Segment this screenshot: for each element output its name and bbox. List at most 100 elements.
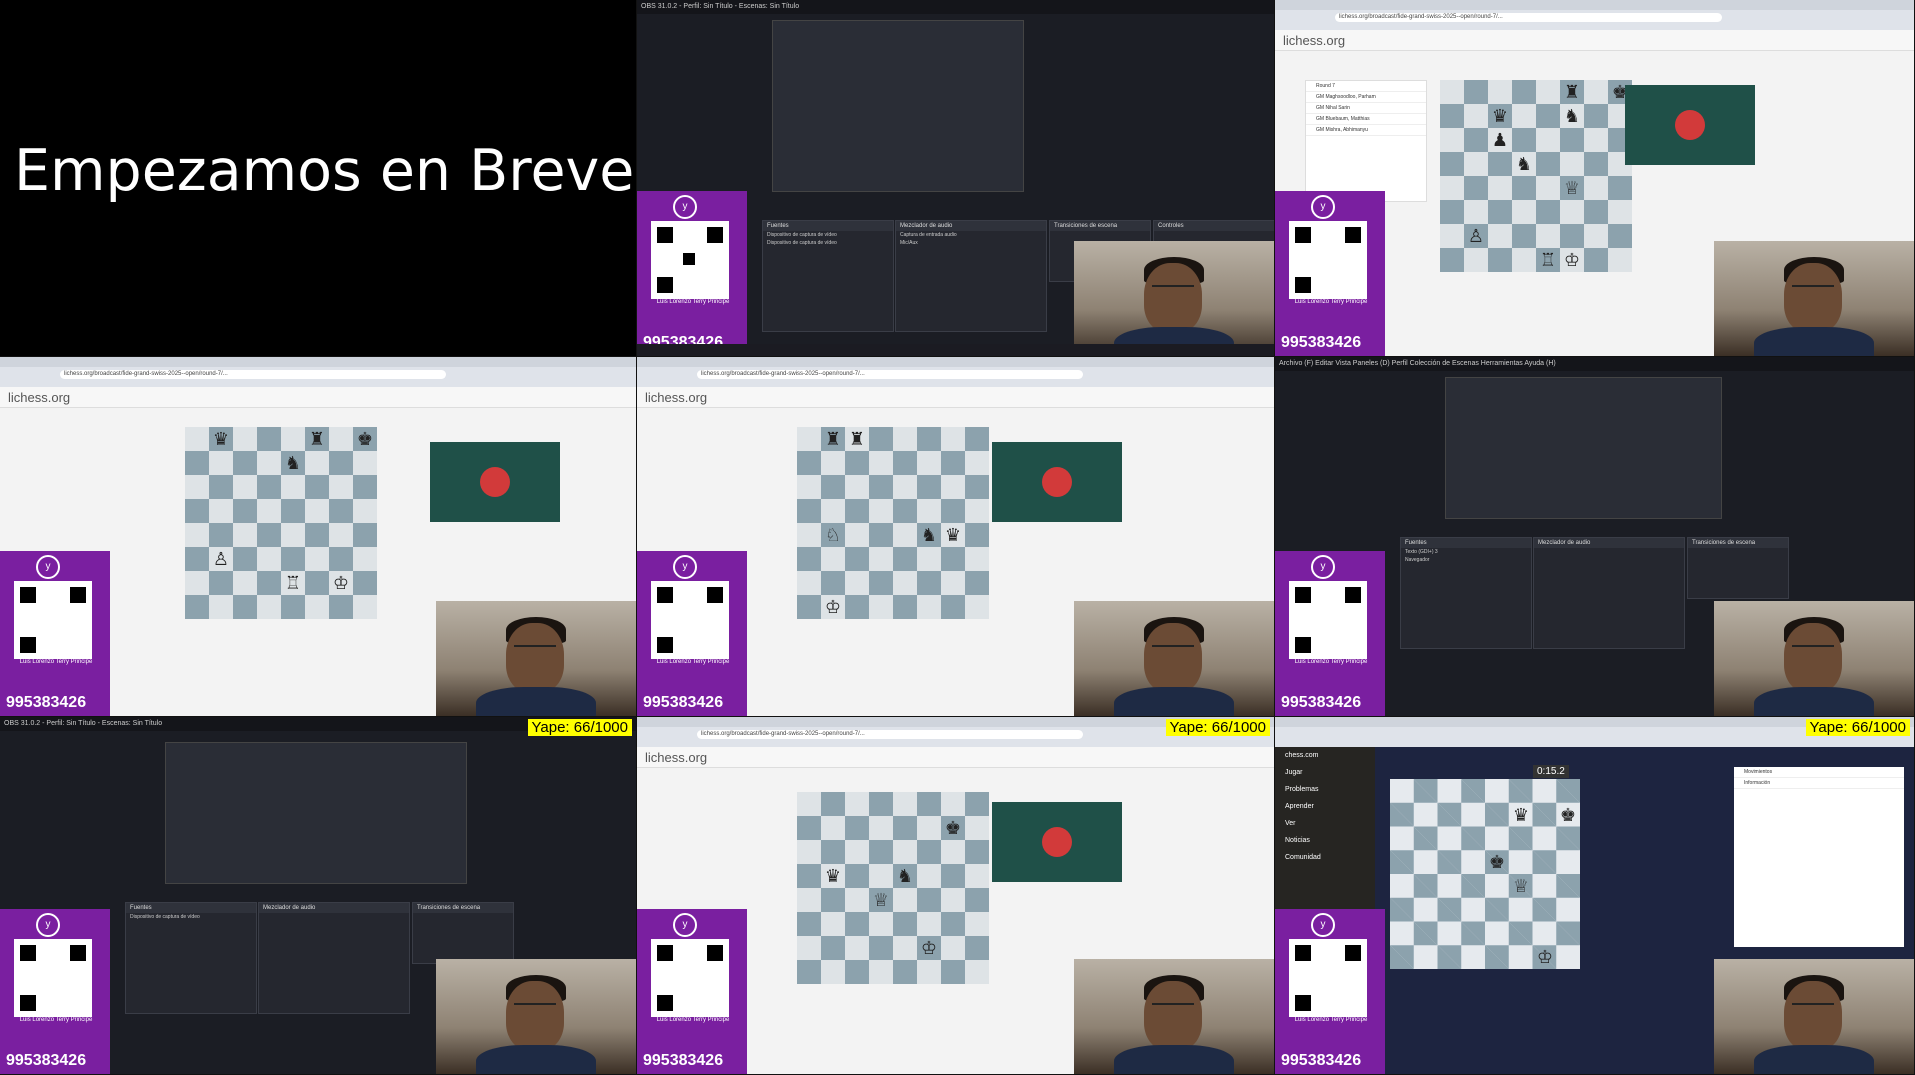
dock-sources[interactable]: Fuentes Dispositivo de captura de vídeo [125,902,257,1014]
nav-item[interactable]: Jugar [1275,764,1375,781]
audio-item: Mic/Aux [900,240,918,246]
qr-code-icon [14,581,92,659]
qr-panel: y Luis Lorenzo Terry Principe 995383426 [1275,191,1385,356]
site-header: lichess.org [1275,30,1914,51]
qr-panel: y Luis Lorenzo Terry Principe 995383426 [637,909,747,1074]
yape-logo-icon: y [673,555,697,579]
site-header: lichess.org [637,747,1274,768]
watch-live-video[interactable] [992,442,1122,522]
source-item[interactable]: Dispositivo de captura de vídeo [763,239,893,247]
dock-audio[interactable]: Mezclador de audio [1533,537,1685,649]
site-logo[interactable]: chess.com [1275,747,1375,764]
site-logo[interactable]: lichess.org [8,390,70,405]
site-header: lichess.org [637,387,1274,408]
obs-preview[interactable] [165,742,467,884]
url-bar[interactable]: lichess.org/broadcast/fide-grand-swiss-2… [697,730,1084,739]
qr-phone: 995383426 [1281,1052,1362,1069]
list-item[interactable]: GM Nihal Sarin [1306,103,1426,114]
qr-panel: y Luis Lorenzo Terry Principe 995383426 [0,551,110,716]
round-panel[interactable]: Round 7 GM Maghsoodloo, Parham GM Nihal … [1305,80,1427,202]
nav-item[interactable]: Ver [1275,815,1375,832]
nav-item[interactable]: Problemas [1275,781,1375,798]
webcam [436,959,636,1074]
qr-caption: Luis Lorenzo Terry Principe [19,659,93,665]
dock-title: Mezclador de audio [896,221,1046,231]
watch-live-video[interactable] [1625,85,1755,165]
dock-sources[interactable]: Fuentes Texto (GDI+) 3 Navegador [1400,537,1532,649]
qr-caption: Luis Lorenzo Terry Principe [656,1017,730,1023]
webcam [1074,241,1274,356]
qr-phone: 995383426 [6,694,87,711]
tab-info[interactable]: Información [1734,778,1904,789]
qr-panel: y Luis Lorenzo Terry Principe 995383426 [0,909,110,1074]
yape-logo-icon: y [36,555,60,579]
url-bar[interactable]: lichess.org/broadcast/fide-grand-swiss-2… [697,370,1084,379]
dock-title: Fuentes [763,221,893,231]
list-item[interactable]: GM Mishra, Abhimanyu [1306,125,1426,136]
cell-lichess-1: lichess.org/broadcast/fide-grand-swiss-2… [1275,0,1915,357]
cell-obs-3: OBS 31.0.2 - Perfil: Sin Título - Escena… [0,717,637,1075]
nav-item[interactable]: Aprender [1275,798,1375,815]
round-title: Round 7 [1306,81,1426,92]
dock-audio[interactable]: Mezclador de audio [258,902,410,1014]
url-bar[interactable]: lichess.org/broadcast/fide-grand-swiss-2… [1335,13,1723,22]
site-logo[interactable]: lichess.org [1283,33,1345,48]
nav-item[interactable]: Comunidad [1275,849,1375,866]
tab-moves[interactable]: Movimientos [1734,767,1904,778]
qr-phone: 995383426 [643,1052,724,1069]
qr-phone: 995383426 [6,1052,87,1069]
move-panel[interactable]: Movimientos Información [1734,767,1904,947]
dock-title: Controles [1154,221,1274,231]
nav-item[interactable]: Noticias [1275,832,1375,849]
qr-phone: 995383426 [1281,334,1362,351]
play-icon[interactable] [1675,110,1705,140]
play-icon[interactable] [1042,467,1072,497]
dock-title: Transiciones de escena [1050,221,1150,231]
opponent-clock: 0:15.2 [1533,765,1569,778]
source-item[interactable]: Texto (GDI+) 3 [1401,548,1531,556]
dock-audio[interactable]: Mezclador de audio Captura de entrada au… [895,220,1047,332]
source-item[interactable]: Dispositivo de captura de vídeo [126,913,256,921]
yape-logo-icon: y [673,913,697,937]
obs-menu: Archivo (F) Editar Vista Paneles (D) Per… [1275,357,1914,371]
source-item[interactable]: Navegador [1401,556,1531,564]
obs-preview[interactable] [772,20,1024,192]
play-icon[interactable] [1042,827,1072,857]
cell-obs-2: Archivo (F) Editar Vista Paneles (D) Per… [1275,357,1915,717]
obs-preview[interactable] [1445,377,1722,519]
chess-board[interactable]: ♛ ♜ ♚ ♞ ♙ ♖ ♔ [185,427,377,619]
yape-logo-icon: y [36,913,60,937]
list-item[interactable]: GM Maghsoodloo, Parham [1306,92,1426,103]
audio-item: Captura de entrada audio [900,232,957,238]
chess-board[interactable]: ♛ ♚ ♚ ♕ ♔ [1390,779,1580,969]
chess-board[interactable]: ♜ ♜ ♞ ♛ ♘ ♔ [797,427,989,619]
dock-sources[interactable]: Fuentes Dispositivo de captura de vídeo … [762,220,894,332]
site-logo[interactable]: lichess.org [645,750,707,765]
browser-bar: lichess.org/broadcast/fide-grand-swiss-2… [637,357,1274,387]
source-item[interactable]: Dispositivo de captura de vídeo [763,231,893,239]
qr-caption: Luis Lorenzo Terry Principe [656,659,730,665]
site-logo[interactable]: lichess.org [645,390,707,405]
qr-code-icon [651,939,729,1017]
yape-counter: Yape: 66/1000 [527,719,632,736]
watch-live-video[interactable] [430,442,560,522]
play-icon[interactable] [480,467,510,497]
browser-bar: lichess.org/broadcast/fide-grand-swiss-2… [0,357,636,387]
webcam [1074,601,1274,716]
list-item[interactable]: GM Bluebaum, Matthias [1306,114,1426,125]
dock-title: Transiciones de escena [1688,538,1788,548]
qr-panel: y Luis Lorenzo Terry Principe 995383426 [1275,909,1385,1074]
intro-text: Empezamos en Breve... [14,138,637,204]
dock-transitions[interactable]: Transiciones de escena [412,902,514,964]
url-bar[interactable]: lichess.org/broadcast/fide-grand-swiss-2… [60,370,446,379]
yape-logo-icon: y [1311,555,1335,579]
watch-live-video[interactable] [992,802,1122,882]
qr-code-icon [1289,939,1367,1017]
site-header: lichess.org [0,387,636,408]
dock-transitions[interactable]: Transiciones de escena [1687,537,1789,599]
chess-board[interactable]: ♚ ♛ ♞ ♕ ♔ [797,792,989,984]
chess-board[interactable]: ♜ ♚ ♛ ♞ ♟ ♞ ♕ ♙ ♖ ♔ [1440,80,1632,272]
cell-lichess-2: lichess.org/broadcast/fide-grand-swiss-2… [0,357,637,717]
obs-title: OBS 31.0.2 - Perfil: Sin Título - Escena… [637,0,1274,14]
cell-lichess-4: lichess.org/broadcast/fide-grand-swiss-2… [637,717,1275,1075]
